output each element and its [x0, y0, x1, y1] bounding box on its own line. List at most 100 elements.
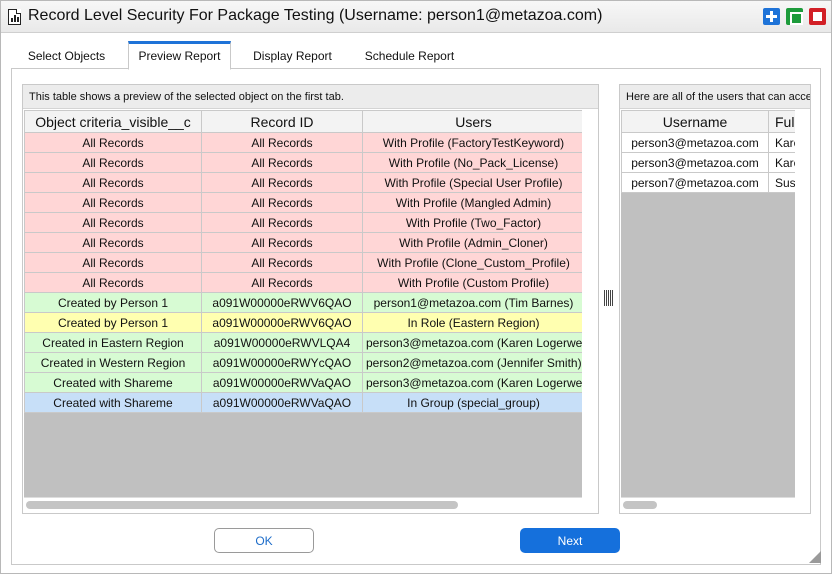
- table-cell[interactable]: a091W00000eRWVaQAO: [201, 372, 363, 393]
- table-cell[interactable]: person7@metazoa.com: [621, 172, 769, 193]
- users-horizontal-scrollbar[interactable]: [621, 497, 795, 511]
- table-row[interactable]: All Records All Records With Profile (Clon…: [24, 252, 582, 273]
- table-cell[interactable]: All Records: [201, 132, 363, 153]
- table-row[interactable]: person7@metazoa.comSusan: [621, 172, 795, 193]
- table-row[interactable]: Created in Western Region a091W00000eRWYc…: [24, 352, 582, 373]
- tab-bar: Select Objects Preview Report Display Re…: [11, 41, 821, 70]
- table-cell[interactable]: a091W00000eRWV6QAO: [201, 312, 363, 333]
- close-icon[interactable]: [809, 8, 826, 25]
- table-cell[interactable]: Created with Shareme: [24, 392, 202, 413]
- report-icon: [8, 9, 21, 25]
- table-cell[interactable]: All Records: [24, 272, 202, 293]
- table-cell[interactable]: person3@metazoa.com: [621, 152, 769, 173]
- table-cell[interactable]: Created by Person 1: [24, 292, 202, 313]
- users-header-row: Username Full Name: [621, 110, 795, 133]
- table-cell[interactable]: With Profile (Admin_Cloner): [362, 232, 582, 253]
- table-row[interactable]: Created with Shareme a091W00000eRWVaQAO pe…: [24, 372, 582, 393]
- splitter-grip-icon[interactable]: [604, 290, 613, 306]
- table-row[interactable]: All Records All Records With Profile (Mang…: [24, 192, 582, 213]
- column-header-users[interactable]: Users: [362, 110, 582, 133]
- users-caption: Here are all of the users that can acces…: [620, 85, 810, 109]
- table-cell[interactable]: All Records: [201, 272, 363, 293]
- preview-horizontal-scrollbar[interactable]: [24, 497, 582, 511]
- preview-grid[interactable]: Object criteria_visible__c Record ID Use…: [24, 110, 582, 497]
- table-row[interactable]: Created by Person 1 a091W00000eRWV6QAO In …: [24, 312, 582, 333]
- table-cell[interactable]: In Group (special_group): [362, 392, 582, 413]
- table-cell[interactable]: person3@metazoa.com: [621, 132, 769, 153]
- preview-scrollbar-thumb[interactable]: [26, 501, 458, 509]
- table-cell[interactable]: Created in Eastern Region: [24, 332, 202, 353]
- column-header-record-id[interactable]: Record ID: [201, 110, 363, 133]
- table-row[interactable]: Created in Eastern Region a091W00000eRWVL…: [24, 332, 582, 353]
- tab-schedule-report[interactable]: Schedule Report: [353, 41, 466, 69]
- users-scrollbar-thumb[interactable]: [623, 501, 657, 509]
- table-cell[interactable]: All Records: [24, 192, 202, 213]
- preview-panel: This table shows a preview of the select…: [22, 84, 599, 514]
- table-cell[interactable]: All Records: [201, 152, 363, 173]
- table-cell[interactable]: With Profile (Special User Profile): [362, 172, 582, 193]
- table-cell[interactable]: In Role (Eastern Region): [362, 312, 582, 333]
- table-row[interactable]: All Records All Records With Profile (Spec…: [24, 172, 582, 193]
- table-row[interactable]: Created with Shareme a091W00000eRWVaQAO In…: [24, 392, 582, 413]
- column-header-full-name[interactable]: Full Name: [768, 110, 795, 133]
- table-cell[interactable]: All Records: [24, 152, 202, 173]
- table-cell[interactable]: a091W00000eRWVLQA4: [201, 332, 363, 353]
- preview-header-row: Object criteria_visible__c Record ID Use…: [24, 110, 582, 133]
- table-row[interactable]: person3@metazoa.comKaren Logerwell: [621, 132, 795, 153]
- resize-grip-icon[interactable]: [807, 549, 821, 563]
- users-table: Username Full Name person3@metazoa.comKa…: [621, 110, 795, 193]
- table-row[interactable]: Created by Person 1 a091W00000eRWV6QAO per…: [24, 292, 582, 313]
- column-header-object-criteria[interactable]: Object criteria_visible__c: [24, 110, 202, 133]
- table-cell[interactable]: a091W00000eRWYcQAO: [201, 352, 363, 373]
- table-cell[interactable]: person2@metazoa.com (Jennifer Smith): [362, 352, 582, 373]
- table-cell[interactable]: person1@metazoa.com (Tim Barnes): [362, 292, 582, 313]
- table-cell[interactable]: All Records: [201, 252, 363, 273]
- tab-select-objects[interactable]: Select Objects: [15, 41, 118, 69]
- table-cell[interactable]: With Profile (FactoryTestKeyword): [362, 132, 582, 153]
- table-row[interactable]: All Records All Records With Profile (Fact…: [24, 132, 582, 153]
- table-cell[interactable]: With Profile (Two_Factor): [362, 212, 582, 233]
- next-button[interactable]: Next: [520, 528, 620, 553]
- users-grid[interactable]: Username Full Name person3@metazoa.comKa…: [621, 110, 795, 497]
- table-cell[interactable]: All Records: [24, 212, 202, 233]
- table-row[interactable]: All Records All Records With Profile (Two_…: [24, 212, 582, 233]
- table-cell[interactable]: a091W00000eRWV6QAO: [201, 292, 363, 313]
- title-bar[interactable]: Record Level Security For Package Testin…: [1, 1, 831, 33]
- table-row[interactable]: person3@metazoa.comKaren Logerwell: [621, 152, 795, 173]
- table-row[interactable]: All Records All Records With Profile (Admi…: [24, 232, 582, 253]
- table-cell[interactable]: Created with Shareme: [24, 372, 202, 393]
- maximize-icon[interactable]: [786, 8, 803, 25]
- table-cell[interactable]: Created in Western Region: [24, 352, 202, 373]
- plus-icon[interactable]: [763, 8, 780, 25]
- table-cell[interactable]: All Records: [201, 212, 363, 233]
- table-cell[interactable]: With Profile (Mangled Admin): [362, 192, 582, 213]
- ok-button[interactable]: OK: [214, 528, 314, 553]
- preview-caption: This table shows a preview of the select…: [23, 85, 598, 109]
- table-row[interactable]: All Records All Records With Profile (No_P…: [24, 152, 582, 173]
- table-cell[interactable]: All Records: [24, 132, 202, 153]
- tab-preview-report[interactable]: Preview Report: [128, 41, 231, 70]
- column-header-username[interactable]: Username: [621, 110, 769, 133]
- table-cell[interactable]: With Profile (Clone_Custom_Profile): [362, 252, 582, 273]
- table-cell[interactable]: Created by Person 1: [24, 312, 202, 333]
- tab-display-report[interactable]: Display Report: [240, 41, 345, 69]
- table-cell[interactable]: a091W00000eRWVaQAO: [201, 392, 363, 413]
- table-cell[interactable]: All Records: [24, 252, 202, 273]
- table-cell[interactable]: All Records: [24, 172, 202, 193]
- table-cell[interactable]: Susan: [768, 172, 795, 193]
- table-cell[interactable]: person3@metazoa.com (Karen Logerwell): [362, 372, 582, 393]
- table-cell[interactable]: With Profile (No_Pack_License): [362, 152, 582, 173]
- table-cell[interactable]: All Records: [201, 172, 363, 193]
- table-cell[interactable]: With Profile (Custom Profile): [362, 272, 582, 293]
- table-cell[interactable]: person3@metazoa.com (Karen Logerwell): [362, 332, 582, 353]
- users-panel: Here are all of the users that can acces…: [619, 84, 811, 514]
- table-cell[interactable]: All Records: [201, 232, 363, 253]
- preview-table: Object criteria_visible__c Record ID Use…: [24, 110, 582, 413]
- table-cell[interactable]: All Records: [24, 232, 202, 253]
- table-cell[interactable]: All Records: [201, 192, 363, 213]
- window-title: Record Level Security For Package Testin…: [28, 7, 603, 24]
- dialog-window: Record Level Security For Package Testin…: [0, 0, 832, 574]
- table-cell[interactable]: Karen Logerwell: [768, 132, 795, 153]
- table-cell[interactable]: Karen Logerwell: [768, 152, 795, 173]
- table-row[interactable]: All Records All Records With Profile (Cust…: [24, 272, 582, 293]
